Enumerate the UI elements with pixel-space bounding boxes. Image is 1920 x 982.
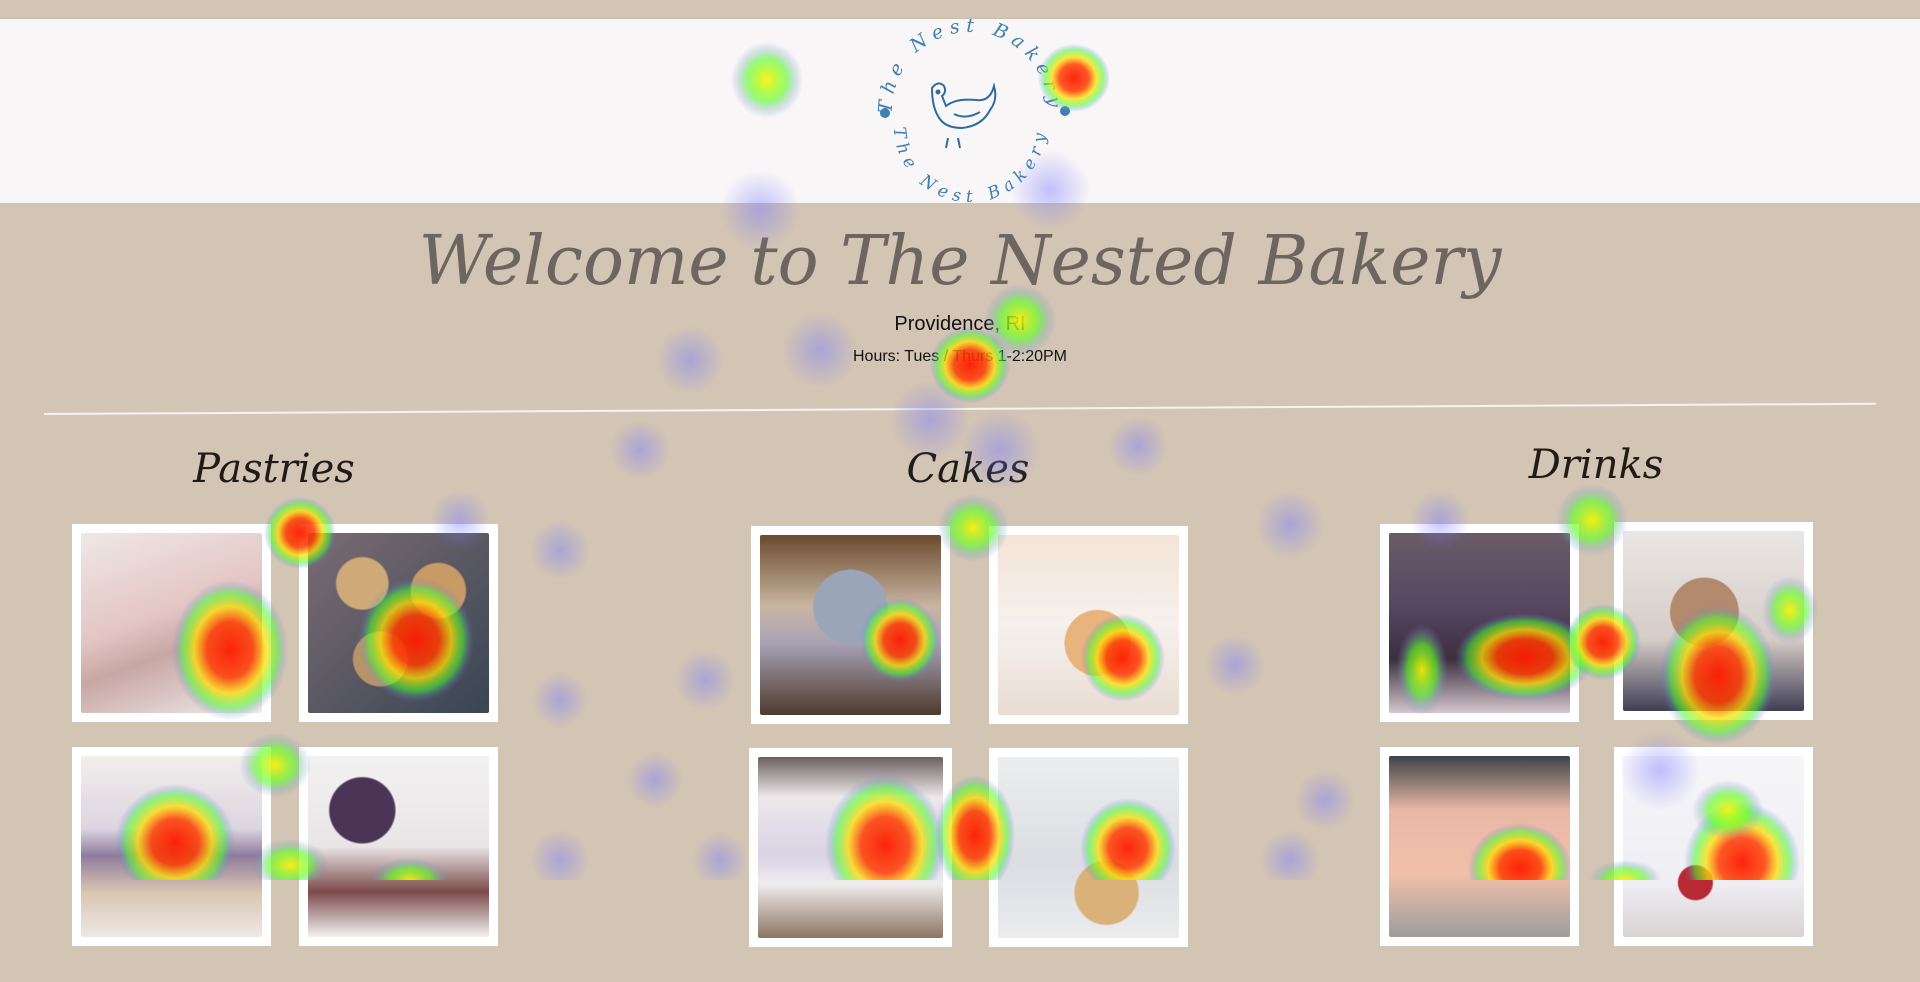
pastry-photo-3[interactable] [72,747,271,946]
page-title: Welcome to The Nested Bakery [418,222,1502,301]
section-title-drinks: Drinks [1528,442,1664,488]
pastry-photo-2[interactable] [299,524,498,722]
cake-photo-1[interactable] [751,526,950,724]
hen-icon [930,82,997,149]
bakery-logo[interactable]: The Nest Bakery The Nest Bakery [870,18,1070,202]
drink-photo-3[interactable] [1380,747,1579,946]
cake-photo-4[interactable] [989,748,1188,947]
drink-photo-1[interactable] [1380,524,1579,722]
logo-bottom-text: The Nest Bakery [889,126,1046,202]
hours-text: Hours: Tues / Thurs 1-2:20PM [852,348,1067,365]
section-title-cakes: Cakes [906,446,1030,492]
svg-text:The Nest Bakery: The Nest Bakery [889,126,1052,202]
cake-photo-3[interactable] [749,748,952,947]
pastry-photo-4[interactable] [299,747,498,946]
location-text: Providence, RI [894,313,1026,335]
cake-photo-2[interactable] [989,526,1188,724]
pastry-photo-1[interactable] [72,524,271,722]
section-title-pastries: Pastries [193,446,355,492]
drink-photo-4[interactable] [1614,747,1813,946]
section-divider [43,402,1876,415]
drink-photo-2[interactable] [1614,522,1813,720]
